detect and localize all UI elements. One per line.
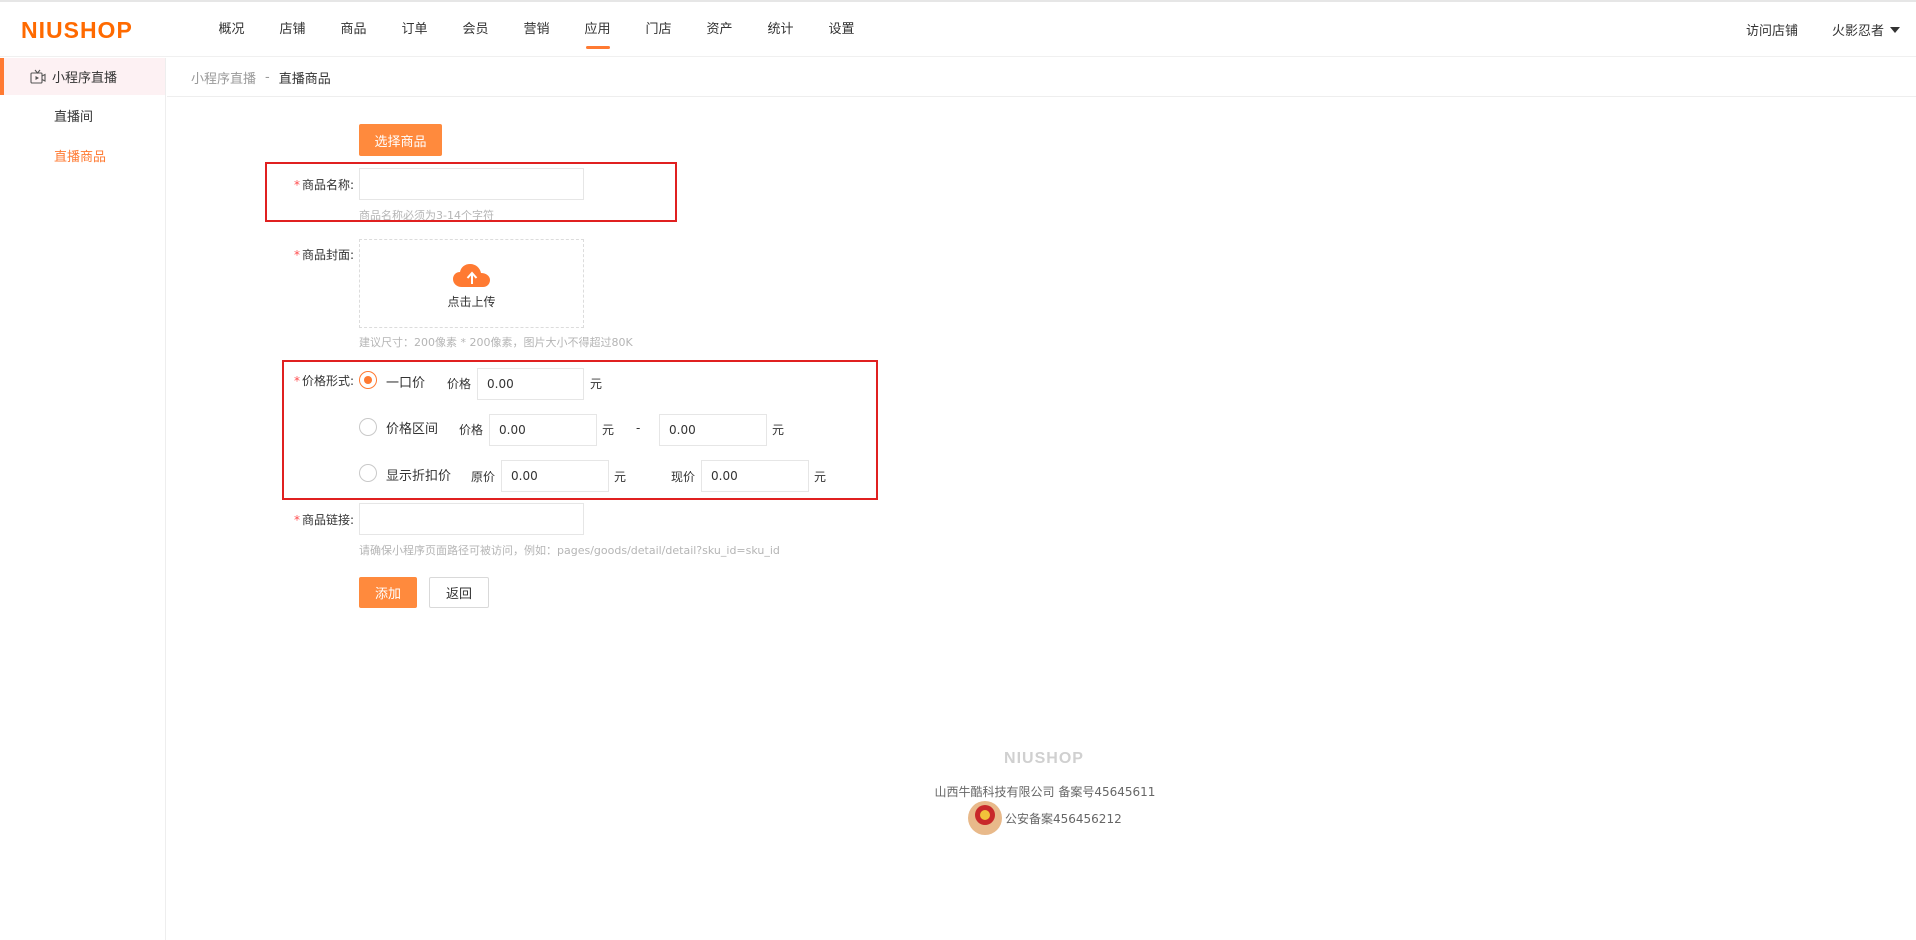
goods-link-label: * 商品链接: [293,513,354,527]
nav-goods[interactable]: 商品 [323,2,384,57]
footer-logo: NIUSHOP [1004,750,1084,767]
live-video-icon [30,69,46,84]
price-range-from-input[interactable]: 0.00 [489,414,597,446]
select-goods-button[interactable]: 选择商品 [359,124,442,156]
price-range-option-label: 价格区间 [386,422,439,437]
current-price-text: 现价 [671,470,696,484]
sidebar-group-live[interactable]: 小程序直播 [0,58,165,95]
visit-store-link[interactable]: 访问店铺 [1746,20,1798,39]
upload-text: 点击上传 [447,295,496,309]
original-price-unit: 元 [614,470,627,484]
nav-shops[interactable]: 门店 [628,2,689,57]
radio-price-range[interactable] [359,418,377,436]
goods-link-hint: 请确保小程序页面路径可被访问，例如：pages/goods/detail/det… [359,544,780,557]
sidebar-item-live-goods[interactable]: 直播商品 [54,146,106,165]
goods-name-label: * 商品名称: [293,178,354,192]
nav-settings[interactable]: 设置 [811,2,872,57]
footer-police-record: 公安备案456456212 [968,801,1122,835]
goods-name-input[interactable] [359,168,584,200]
user-menu[interactable]: 火影忍者 [1832,20,1900,39]
breadcrumb-parent[interactable]: 小程序直播 [191,68,256,87]
main-nav: 概况 店铺 商品 订单 会员 营销 应用 门店 资产 统计 设置 [201,2,872,57]
add-button[interactable]: 添加 [359,577,417,608]
police-record-text: 公安备案456456212 [1005,811,1122,826]
original-price-input[interactable]: 0.00 [501,460,609,492]
price-range-to-unit: 元 [772,423,785,437]
original-price-text: 原价 [471,470,496,484]
nav-apps[interactable]: 应用 [567,2,628,57]
footer-company: 山西牛酷科技有限公司 备案号45645611 [934,785,1156,799]
price-range-text: 价格 [459,423,484,437]
caret-down-icon [1890,26,1900,33]
fixed-price-text: 价格 [447,377,472,391]
nav-overview[interactable]: 概况 [201,2,262,57]
cover-upload-area[interactable]: 点击上传 [359,239,584,328]
sidebar: 小程序直播 直播间 直播商品 [0,58,166,940]
cloud-upload-icon [453,264,490,287]
breadcrumb-separator: - [265,69,270,85]
radio-fixed-price[interactable] [359,371,377,389]
current-price-input[interactable]: 0.00 [701,460,809,492]
price-form-label: * 价格形式: [293,374,354,388]
discount-price-option-label: 显示折扣价 [386,469,452,484]
nav-statistics[interactable]: 统计 [750,2,811,57]
back-button[interactable]: 返回 [429,577,489,608]
sidebar-item-live-room[interactable]: 直播间 [54,106,93,125]
nav-orders[interactable]: 订单 [384,2,445,57]
nav-store[interactable]: 店铺 [262,2,323,57]
current-price-unit: 元 [814,470,827,484]
nav-marketing[interactable]: 营销 [506,2,567,57]
goods-cover-label: * 商品封面: [293,248,354,262]
price-range-to-input[interactable]: 0.00 [659,414,767,446]
police-badge-icon [968,801,1002,835]
goods-link-input[interactable] [359,503,584,535]
breadcrumb-current: 直播商品 [278,71,331,87]
nav-members[interactable]: 会员 [445,2,506,57]
top-header: NIUSHOP 概况 店铺 商品 订单 会员 营销 应用 门店 资产 统计 设置… [0,2,1916,57]
price-range-from-unit: 元 [602,423,615,437]
breadcrumb: 小程序直播 - 直播商品 [167,58,1916,97]
fixed-price-input[interactable]: 0.00 [477,368,584,400]
radio-discount-price[interactable] [359,464,377,482]
nav-assets[interactable]: 资产 [689,2,750,57]
fixed-price-option-label: 一口价 [386,376,426,391]
niushop-logo[interactable]: NIUSHOP [21,17,133,44]
header-actions: 访问店铺 火影忍者 [1746,2,1900,57]
sidebar-group-label: 小程序直播 [52,71,118,86]
goods-cover-hint: 建议尺寸：200像素 * 200像素，图片大小不得超过80K [359,336,633,349]
price-range-dash: - [636,421,641,435]
goods-name-hint: 商品名称必须为3-14个字符 [359,209,494,222]
fixed-price-unit: 元 [590,377,603,391]
username: 火影忍者 [1831,24,1884,39]
